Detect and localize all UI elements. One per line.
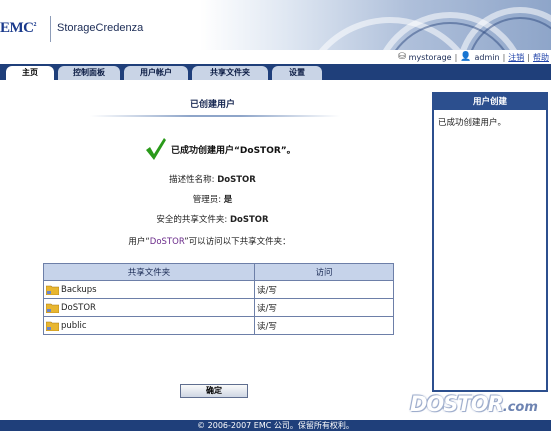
user-name: admin (474, 52, 500, 62)
storage-icon: ⛁ (398, 52, 406, 62)
column-header-folder[interactable]: 共享文件夹 (43, 263, 255, 281)
help-side-panel: 用户创建 已成功创建用户。 (432, 92, 548, 392)
admin-value: 是 (223, 195, 233, 205)
folder-name[interactable]: Backups (61, 285, 97, 295)
side-panel-title: 用户创建 (434, 94, 546, 110)
table-row: Backups 读/写 (43, 280, 394, 299)
logo-divider (50, 16, 51, 42)
success-message: 已成功创建用户“DoSTOR”。 (145, 137, 296, 161)
page-title: 已创建用户 (189, 100, 235, 110)
checkmark-icon (146, 138, 166, 160)
separator: | (502, 52, 506, 62)
folder-cell: public (43, 316, 255, 335)
access-suffix: ”可以访问以下共享文件夹： (184, 237, 291, 247)
tab-control-panel[interactable]: 控制面板 (58, 66, 120, 80)
user-bar: ⛁ mystorage | 👤 admin | 注销 | 帮助 (398, 51, 549, 62)
access-cell: 读/写 (254, 280, 394, 299)
main-content: 已创建用户 已成功创建用户“DoSTOR”。 描述性名称: DoSTOR 管理员… (0, 80, 425, 420)
admin-row: 管理员: 是 (0, 193, 425, 205)
tab-shared-folders[interactable]: 共享文件夹 (192, 66, 268, 80)
shared-folders-table: 共享文件夹 访问 Backups 读/写 DoSTOR 读/写 public 读… (43, 263, 394, 335)
folder-name[interactable]: public (61, 321, 87, 331)
title-divider (90, 115, 340, 117)
secure-share-label: 安全的共享文件夹: (156, 215, 228, 225)
access-cell: 读/写 (254, 298, 394, 317)
secure-share-value: DoSTOR (229, 215, 269, 225)
logout-link[interactable]: 注销 (508, 52, 524, 63)
description-row: 描述性名称: DoSTOR (0, 173, 425, 185)
tab-bar: 主页 控制面板 用户帐户 共享文件夹 设置 (0, 64, 551, 80)
folder-icon (46, 285, 59, 295)
separator: | (454, 52, 458, 62)
ok-button[interactable]: 确定 (180, 384, 248, 398)
tab-user-accounts[interactable]: 用户帐户 (124, 66, 188, 80)
folder-name[interactable]: DoSTOR (61, 303, 96, 313)
tab-settings[interactable]: 设置 (272, 66, 322, 80)
folder-cell: DoSTOR (43, 298, 255, 317)
separator: | (527, 52, 530, 62)
table-header-row: 共享文件夹 访问 (43, 263, 394, 281)
app-header: EMC2 StorageCredenza ⛁ mystorage | 👤 adm… (0, 0, 551, 62)
device-name: mystorage (408, 52, 452, 62)
folder-icon (46, 321, 59, 331)
header-decoration (318, 7, 551, 50)
emc-logo: EMC2 (0, 20, 36, 36)
side-panel-body: 已成功创建用户。 (438, 118, 507, 128)
tab-home[interactable]: 主页 (6, 66, 54, 80)
dostor-watermark: DOSTOR.com (410, 392, 538, 416)
success-text: 已成功创建用户“DoSTOR”。 (171, 145, 296, 156)
access-user: DoSTOR (149, 237, 185, 247)
folder-cell: Backups (43, 280, 255, 299)
description-value: DoSTOR (217, 175, 256, 185)
table-row: public 读/写 (43, 316, 394, 335)
folder-icon (46, 303, 59, 313)
footer-copyright: © 2006-2007 EMC 公司。保留所有权利。 (0, 420, 551, 431)
user-icon: 👤 (460, 52, 472, 62)
product-name: StorageCredenza (57, 22, 144, 34)
help-link[interactable]: 帮助 (533, 52, 549, 63)
secure-share-row: 安全的共享文件夹: DoSTOR (0, 213, 425, 225)
description-label: 描述性名称: (169, 175, 215, 185)
admin-label: 管理员: (192, 195, 222, 205)
access-text: 用户“DoSTOR”可以访问以下共享文件夹： (0, 235, 422, 247)
column-header-access[interactable]: 访问 (254, 263, 394, 281)
access-cell: 读/写 (254, 316, 394, 335)
access-prefix: 用户“ (128, 237, 150, 247)
table-row: DoSTOR 读/写 (43, 298, 394, 317)
